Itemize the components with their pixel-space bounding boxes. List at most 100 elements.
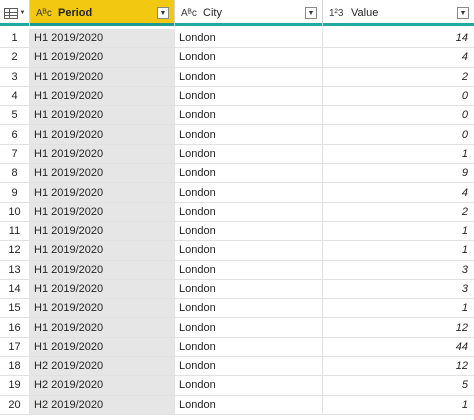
cell-value[interactable]: 0 <box>323 106 474 124</box>
row-index[interactable]: 15 <box>0 299 30 318</box>
cell-value[interactable]: 9 <box>323 164 474 182</box>
table-row[interactable]: 13 H1 2019/2020 London 3 <box>0 260 474 280</box>
cell-period[interactable]: H1 2019/2020 <box>30 48 175 67</box>
cell-value[interactable]: 4 <box>323 183 474 201</box>
cell-period[interactable]: H1 2019/2020 <box>30 318 175 337</box>
cell-value[interactable]: 3 <box>323 261 474 279</box>
table-row[interactable]: 1 H1 2019/2020 London 14 <box>0 29 474 49</box>
row-index[interactable]: 19 <box>0 376 30 395</box>
cell-period[interactable]: H1 2019/2020 <box>30 164 175 183</box>
cell-city[interactable]: London <box>175 376 323 395</box>
number-type-icon[interactable]: 1²3 <box>329 8 349 19</box>
cell-period[interactable]: H1 2019/2020 <box>30 279 175 299</box>
cell-city[interactable]: London <box>175 221 323 241</box>
cell-period[interactable]: H1 2019/2020 <box>30 202 175 221</box>
cell-period[interactable]: H1 2019/2020 <box>30 86 175 106</box>
cell-city[interactable]: London <box>175 357 323 376</box>
row-index[interactable]: 13 <box>0 260 30 279</box>
cell-value[interactable]: 0 <box>323 125 474 143</box>
cell-value[interactable]: 0 <box>323 87 474 105</box>
cell-city[interactable]: London <box>175 260 323 279</box>
table-row[interactable]: 2 H1 2019/2020 London 4 <box>0 48 474 68</box>
row-index[interactable]: 14 <box>0 279 30 299</box>
row-index[interactable]: 6 <box>0 125 30 144</box>
row-index[interactable]: 4 <box>0 86 30 106</box>
cell-value[interactable]: 44 <box>323 338 474 356</box>
cell-period[interactable]: H1 2019/2020 <box>30 125 175 144</box>
text-type-icon[interactable]: Aᴮᴄ <box>181 8 201 19</box>
row-index[interactable]: 5 <box>0 106 30 125</box>
cell-value[interactable]: 12 <box>323 357 474 375</box>
cell-value[interactable]: 1 <box>323 299 474 317</box>
table-row[interactable]: 18 H2 2019/2020 London 12 <box>0 357 474 377</box>
table-row[interactable]: 9 H1 2019/2020 London 4 <box>0 183 474 203</box>
table-row[interactable]: 15 H1 2019/2020 London 1 <box>0 299 474 319</box>
cell-city[interactable]: London <box>175 144 323 164</box>
table-row[interactable]: 10 H1 2019/2020 London 2 <box>0 202 474 222</box>
row-index[interactable]: 20 <box>0 395 30 414</box>
cell-period[interactable]: H2 2019/2020 <box>30 357 175 376</box>
table-row[interactable]: 14 H1 2019/2020 London 3 <box>0 279 474 300</box>
row-index[interactable]: 1 <box>0 29 30 48</box>
filter-dropdown-button[interactable]: ▼ <box>457 7 469 19</box>
cell-period[interactable]: H2 2019/2020 <box>30 395 175 414</box>
cell-city[interactable]: London <box>175 395 323 414</box>
cell-city[interactable]: London <box>175 67 323 86</box>
row-index[interactable]: 12 <box>0 241 30 260</box>
column-header-city[interactable]: Aᴮᴄ City ▼ <box>175 0 323 26</box>
cell-value[interactable]: 2 <box>323 203 474 221</box>
cell-period[interactable]: H1 2019/2020 <box>30 299 175 318</box>
filter-dropdown-button[interactable]: ▼ <box>305 7 317 19</box>
cell-value[interactable]: 1 <box>323 396 474 414</box>
row-index[interactable]: 18 <box>0 357 30 376</box>
cell-city[interactable]: London <box>175 106 323 125</box>
filter-dropdown-button[interactable]: ▼ <box>157 7 169 19</box>
row-index[interactable]: 17 <box>0 337 30 357</box>
cell-period[interactable]: H1 2019/2020 <box>30 29 175 48</box>
cell-city[interactable]: London <box>175 299 323 318</box>
cell-period[interactable]: H1 2019/2020 <box>30 337 175 357</box>
row-index[interactable]: 3 <box>0 67 30 86</box>
cell-period[interactable]: H1 2019/2020 <box>30 221 175 241</box>
row-index[interactable]: 11 <box>0 221 30 241</box>
cell-value[interactable]: 12 <box>323 318 474 336</box>
cell-city[interactable]: London <box>175 241 323 260</box>
cell-city[interactable]: London <box>175 86 323 106</box>
cell-value[interactable]: 14 <box>323 29 474 47</box>
cell-value[interactable]: 2 <box>323 68 474 86</box>
table-row[interactable]: 19 H2 2019/2020 London 5 <box>0 376 474 396</box>
cell-period[interactable]: H1 2019/2020 <box>30 260 175 279</box>
cell-city[interactable]: London <box>175 48 323 67</box>
cell-value[interactable]: 4 <box>323 48 474 66</box>
table-menu-button[interactable]: ▼ <box>0 0 30 26</box>
column-header-value[interactable]: 1²3 Value ▼ <box>323 0 474 26</box>
cell-period[interactable]: H1 2019/2020 <box>30 144 175 164</box>
cell-city[interactable]: London <box>175 164 323 183</box>
table-row[interactable]: 4 H1 2019/2020 London 0 <box>0 86 474 107</box>
cell-period[interactable]: H2 2019/2020 <box>30 376 175 395</box>
cell-city[interactable]: London <box>175 202 323 221</box>
cell-period[interactable]: H1 2019/2020 <box>30 106 175 125</box>
cell-value[interactable]: 1 <box>323 241 474 259</box>
cell-period[interactable]: H1 2019/2020 <box>30 183 175 202</box>
table-row[interactable]: 17 H1 2019/2020 London 44 <box>0 337 474 358</box>
table-row[interactable]: 8 H1 2019/2020 London 9 <box>0 164 474 184</box>
table-row[interactable]: 11 H1 2019/2020 London 1 <box>0 221 474 242</box>
row-index[interactable]: 2 <box>0 48 30 67</box>
row-index[interactable]: 9 <box>0 183 30 202</box>
cell-city[interactable]: London <box>175 318 323 337</box>
cell-period[interactable]: H1 2019/2020 <box>30 67 175 86</box>
cell-city[interactable]: London <box>175 125 323 144</box>
table-row[interactable]: 3 H1 2019/2020 London 2 <box>0 67 474 87</box>
table-row[interactable]: 20 H2 2019/2020 London 1 <box>0 395 474 415</box>
cell-city[interactable]: London <box>175 29 323 48</box>
column-header-period[interactable]: Aᴮᴄ Period ▼ <box>30 0 175 26</box>
cell-city[interactable]: London <box>175 337 323 357</box>
table-row[interactable]: 7 H1 2019/2020 London 1 <box>0 144 474 165</box>
row-index[interactable]: 7 <box>0 144 30 164</box>
cell-city[interactable]: London <box>175 279 323 299</box>
text-type-icon[interactable]: Aᴮᴄ <box>36 8 56 19</box>
row-index[interactable]: 8 <box>0 164 30 183</box>
table-row[interactable]: 5 H1 2019/2020 London 0 <box>0 106 474 126</box>
table-row[interactable]: 16 H1 2019/2020 London 12 <box>0 318 474 338</box>
